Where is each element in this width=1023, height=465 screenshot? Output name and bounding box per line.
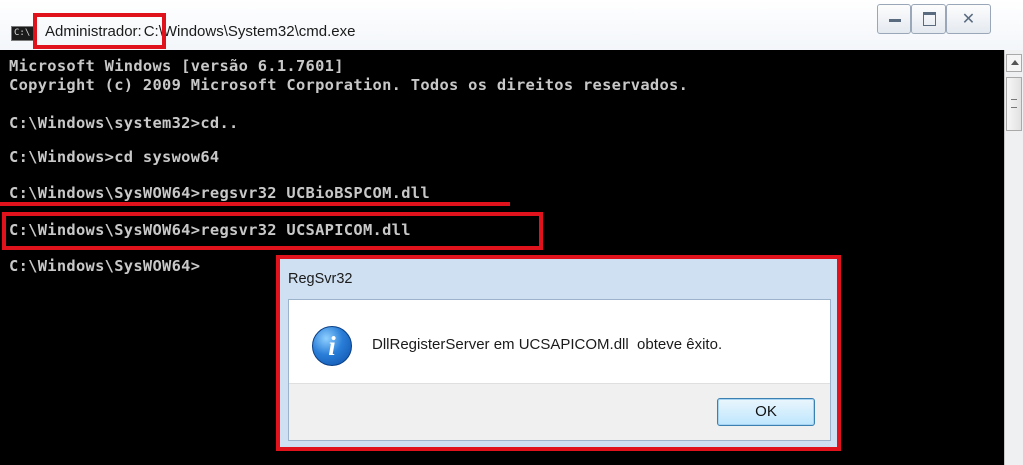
console-line: C:\Windows\system32>cd.. (9, 114, 239, 132)
window-title-path: C:\Windows\System32\cmd.exe (143, 23, 356, 40)
maximize-button[interactable] (911, 4, 946, 34)
console-line: Microsoft Windows [versão 6.1.7601] (9, 57, 344, 75)
cmd-icon-label: C:\ (14, 28, 31, 38)
command-highlight-box (2, 212, 543, 250)
title-highlight-box (33, 13, 166, 49)
console-line: Copyright (c) 2009 Microsoft Corporation… (9, 76, 689, 94)
console-line: C:\Windows\SysWOW64> (9, 257, 201, 275)
close-button[interactable]: ✕ (946, 4, 991, 34)
vertical-scrollbar[interactable] (1004, 50, 1023, 465)
console-line: C:\Windows>cd syswow64 (9, 148, 220, 166)
scrollbar-thumb[interactable] (1006, 77, 1022, 131)
close-icon: ✕ (961, 9, 976, 28)
scroll-up-arrow-icon[interactable] (1006, 54, 1022, 72)
minimize-button[interactable] (877, 4, 911, 34)
annotation-underline (0, 202, 510, 206)
console-line: C:\Windows\SysWOW64>regsvr32 UCBioBSPCOM… (9, 184, 430, 202)
cmd-app-icon[interactable]: C:\ (11, 26, 35, 41)
dialog-highlight-box (276, 255, 841, 451)
